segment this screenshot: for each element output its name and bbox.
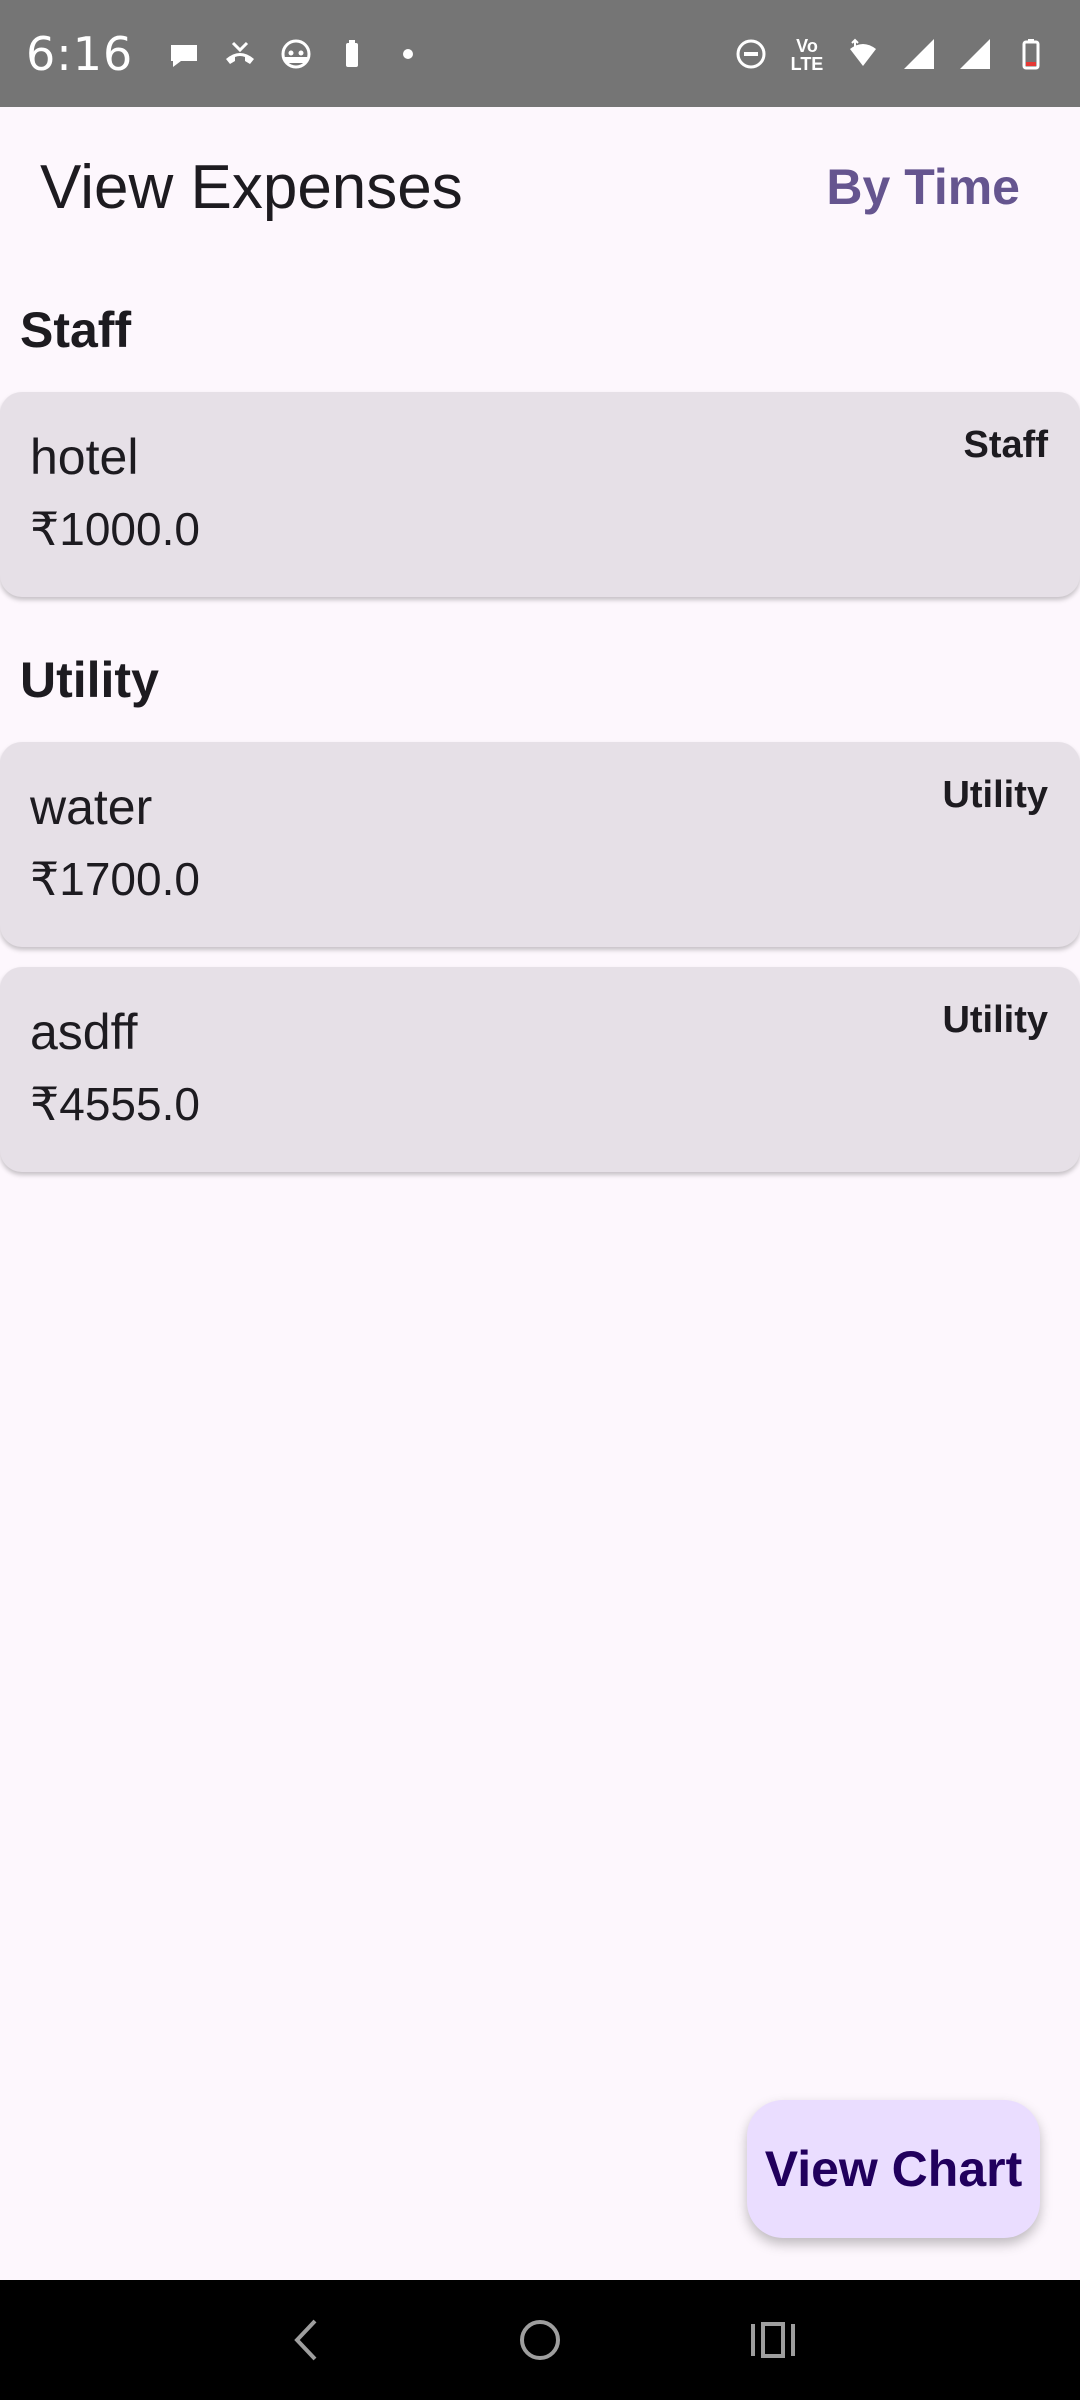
signal-icon bbox=[904, 38, 934, 69]
page-title: View Expenses bbox=[40, 152, 463, 222]
navigation-bar bbox=[0, 2280, 1080, 2400]
status-bar: 6:16 Vo LTE bbox=[0, 0, 1080, 107]
back-button[interactable] bbox=[272, 2305, 342, 2375]
notification-icons bbox=[167, 37, 425, 71]
expense-card[interactable]: hotel ₹1000.0 Staff bbox=[0, 392, 1080, 597]
dot-icon bbox=[403, 48, 414, 59]
home-icon bbox=[519, 2320, 560, 2360]
expense-name: asdff bbox=[30, 1004, 138, 1060]
expense-list: Staff hotel ₹1000.0 Staff Utility water … bbox=[0, 267, 1080, 1192]
home-button[interactable] bbox=[505, 2305, 575, 2375]
chat-icon bbox=[171, 44, 198, 67]
battery-icon bbox=[1022, 38, 1040, 69]
do-not-disturb-icon bbox=[736, 39, 766, 68]
recents-button[interactable] bbox=[738, 2305, 808, 2375]
android-icon bbox=[281, 39, 311, 68]
wifi-icon bbox=[850, 38, 876, 66]
expense-category: Utility bbox=[942, 774, 1048, 816]
group-header-utility: Utility bbox=[20, 651, 159, 708]
expense-card[interactable]: water ₹1700.0 Utility bbox=[0, 742, 1080, 947]
battery-saver-icon bbox=[346, 39, 359, 67]
expense-amount: ₹1000.0 bbox=[30, 503, 200, 555]
status-time: 6:16 bbox=[26, 26, 134, 81]
back-icon bbox=[293, 2319, 317, 2361]
expense-name: water bbox=[30, 779, 153, 835]
expense-name: hotel bbox=[30, 429, 139, 485]
app-bar: View Expenses By Time bbox=[0, 107, 1080, 267]
missed-call-icon bbox=[226, 41, 255, 64]
recents-icon bbox=[751, 2322, 796, 2358]
view-chart-button[interactable]: View Chart bbox=[747, 2100, 1040, 2238]
expense-amount: ₹4555.0 bbox=[30, 1078, 200, 1130]
by-time-button[interactable]: By Time bbox=[826, 158, 1020, 216]
expense-category: Utility bbox=[942, 999, 1048, 1041]
expense-amount: ₹1700.0 bbox=[30, 853, 200, 905]
volte-icon: Vo LTE bbox=[790, 35, 824, 74]
system-icons: Vo LTE bbox=[734, 35, 1048, 74]
expense-card[interactable]: asdff ₹4555.0 Utility bbox=[0, 967, 1080, 1172]
expense-category: Staff bbox=[963, 424, 1048, 466]
group-header-staff: Staff bbox=[20, 301, 132, 358]
signal-icon bbox=[960, 38, 990, 69]
